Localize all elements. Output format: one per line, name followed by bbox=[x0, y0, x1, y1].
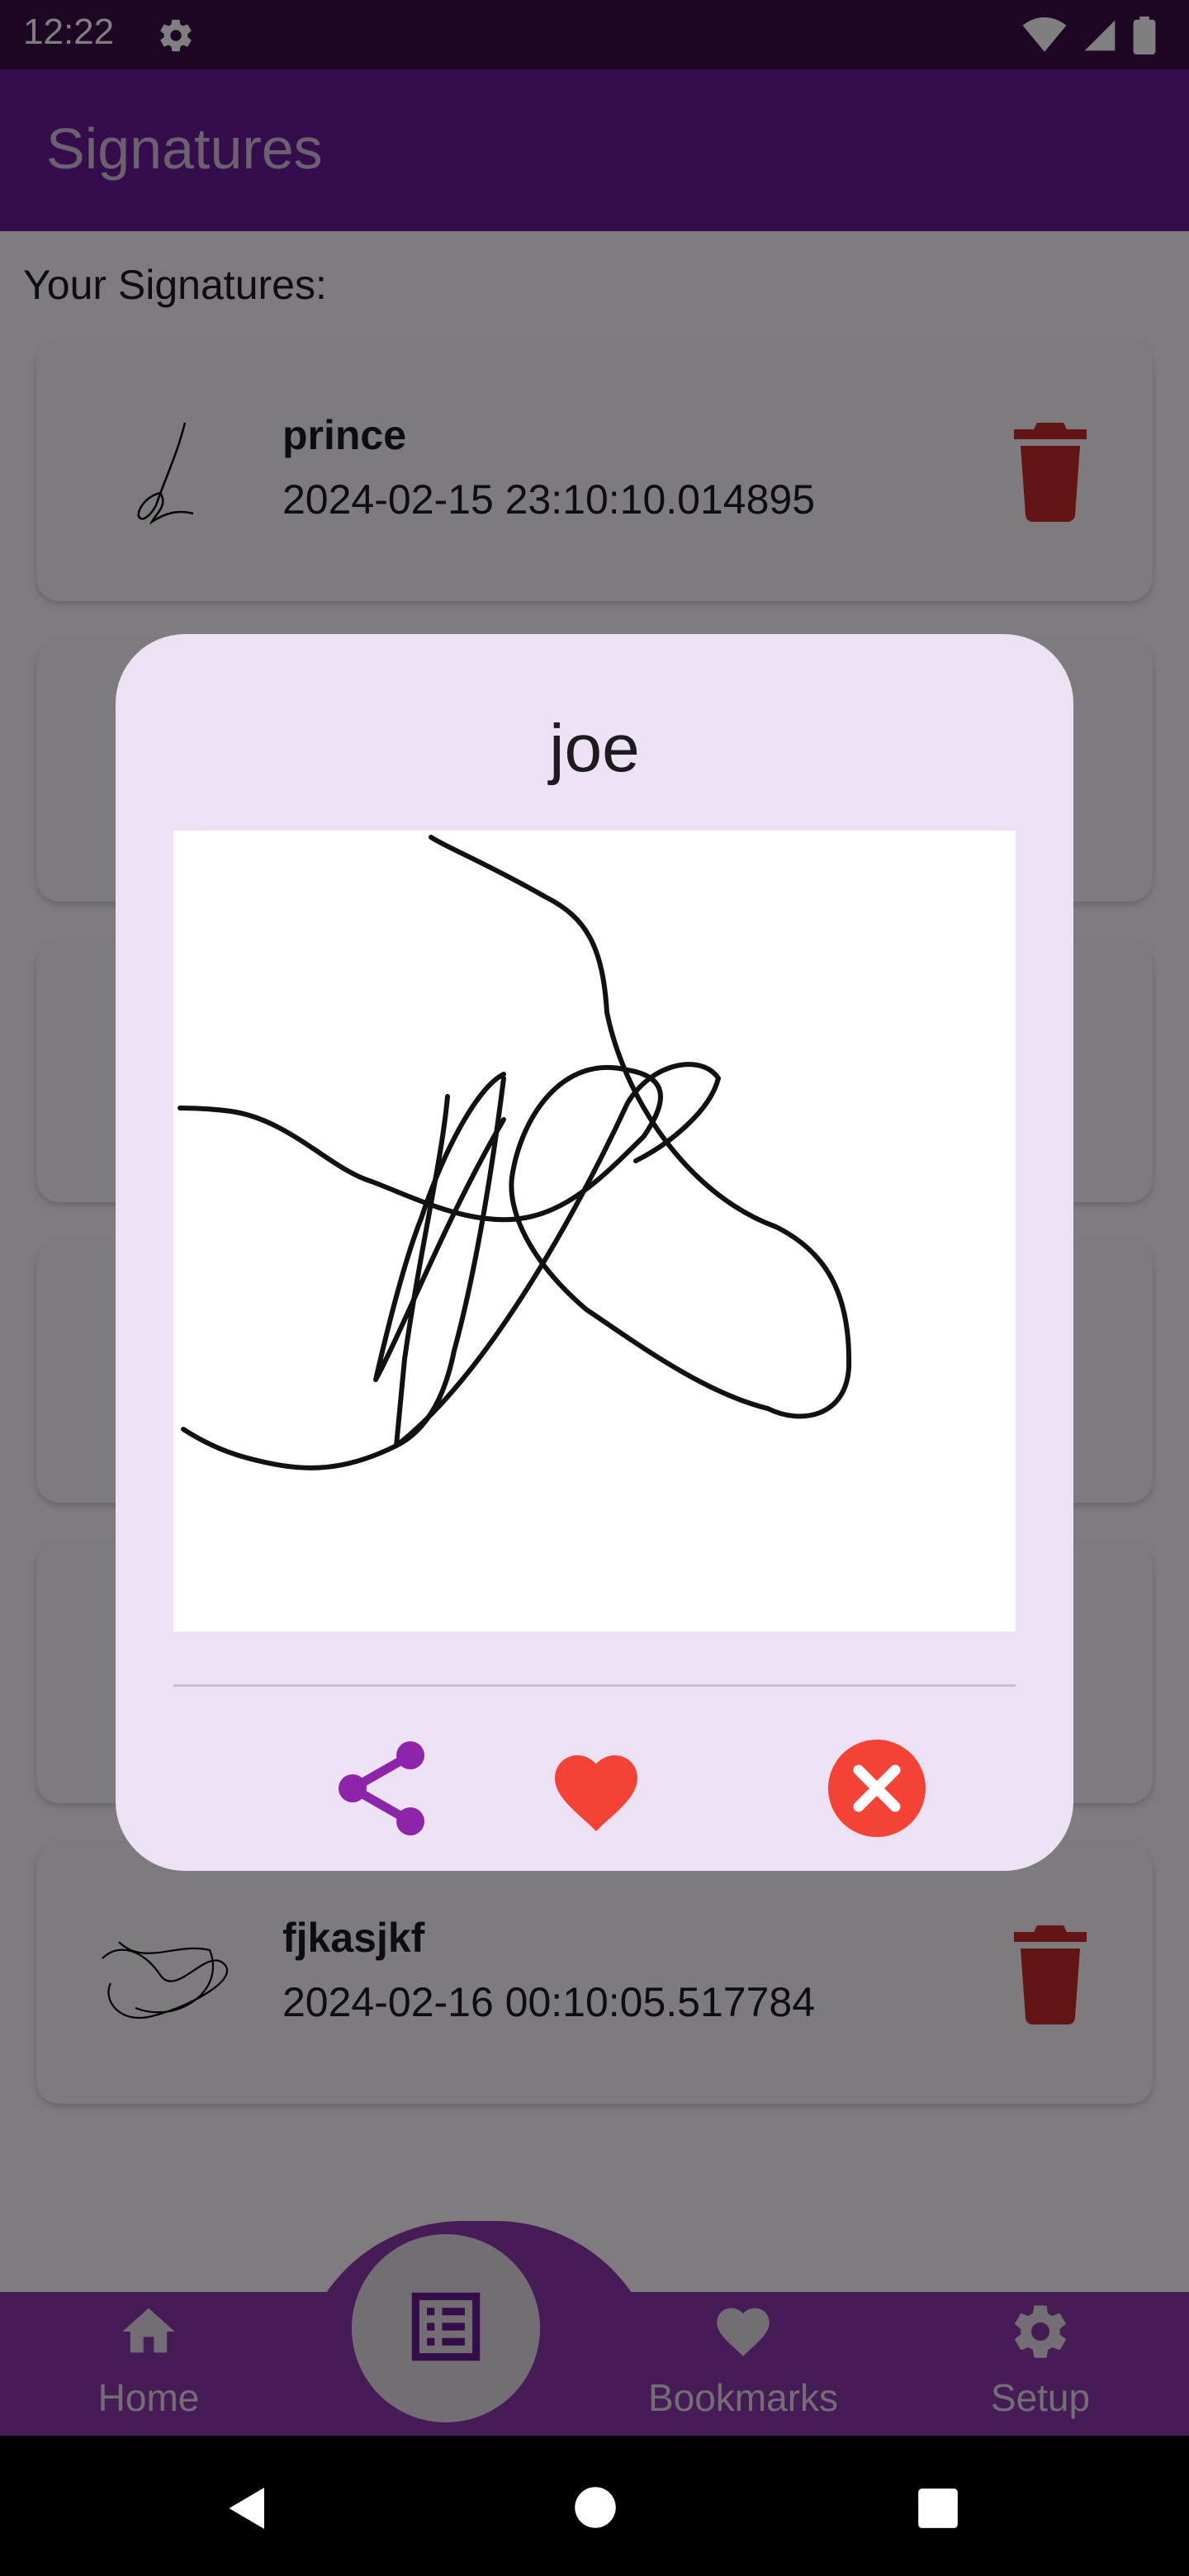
signature-dialog: joe bbox=[116, 634, 1073, 1871]
home-circle-icon[interactable] bbox=[573, 2485, 618, 2534]
back-icon[interactable] bbox=[223, 2484, 272, 2537]
dialog-actions bbox=[116, 1739, 1073, 1841]
close-circle-icon bbox=[828, 1739, 926, 1841]
dialog-title: joe bbox=[549, 711, 640, 786]
share-button[interactable] bbox=[332, 1740, 431, 1840]
dialog-divider bbox=[173, 1684, 1016, 1687]
share-icon bbox=[336, 1739, 427, 1842]
bookmark-button[interactable] bbox=[547, 1740, 646, 1840]
system-navigation-bar bbox=[0, 2436, 1189, 2576]
close-button[interactable] bbox=[827, 1739, 926, 1841]
heart-icon bbox=[547, 1743, 646, 1838]
recents-square-icon[interactable] bbox=[917, 2487, 959, 2534]
signature-image bbox=[173, 831, 1016, 1631]
